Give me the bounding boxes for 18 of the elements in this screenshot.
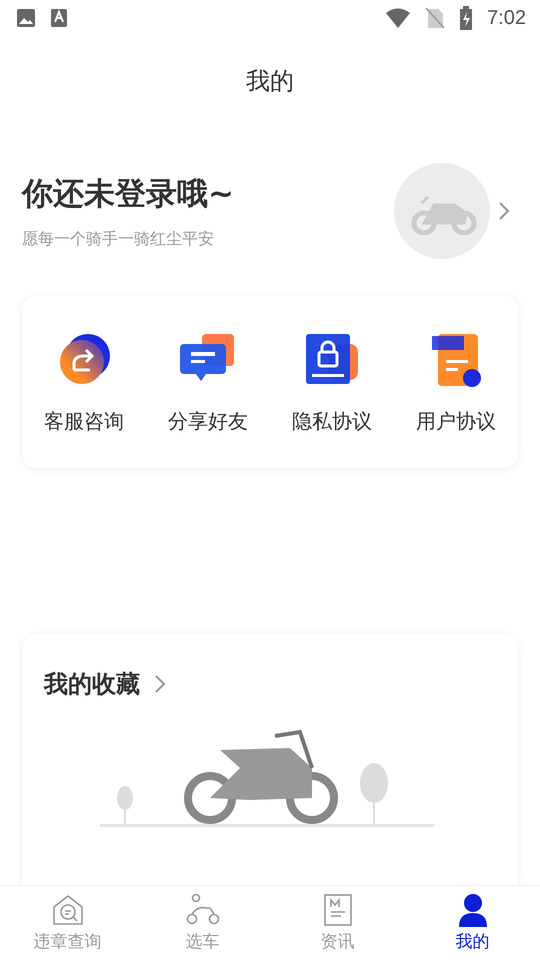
image-icon	[16, 8, 36, 28]
profile-subtitle: 愿每一个骑手一骑红尘平安	[22, 228, 215, 250]
service-link[interactable]: 分享好友	[168, 408, 248, 434]
service-link[interactable]: 用户协议	[416, 408, 496, 434]
favorites-title[interactable]: 我的收藏	[44, 668, 140, 700]
login-prompt[interactable]: 你还未登录哦~	[22, 172, 394, 214]
service-link[interactable]: 客服咨询	[44, 408, 124, 434]
motorcycle-avatar[interactable]	[394, 163, 490, 259]
nav-tab[interactable]: 我的	[405, 886, 540, 960]
wifi-icon	[385, 8, 412, 28]
font-icon	[50, 8, 68, 28]
service-link[interactable]: 隐私协议	[292, 408, 372, 434]
page-title: 我的	[245, 66, 295, 97]
battery-charging-icon	[459, 6, 474, 30]
status-time: 7:02	[487, 6, 526, 30]
motorcycle-rider-icon	[186, 893, 220, 927]
no-sim-icon	[425, 7, 446, 29]
search-house-icon	[50, 893, 84, 927]
